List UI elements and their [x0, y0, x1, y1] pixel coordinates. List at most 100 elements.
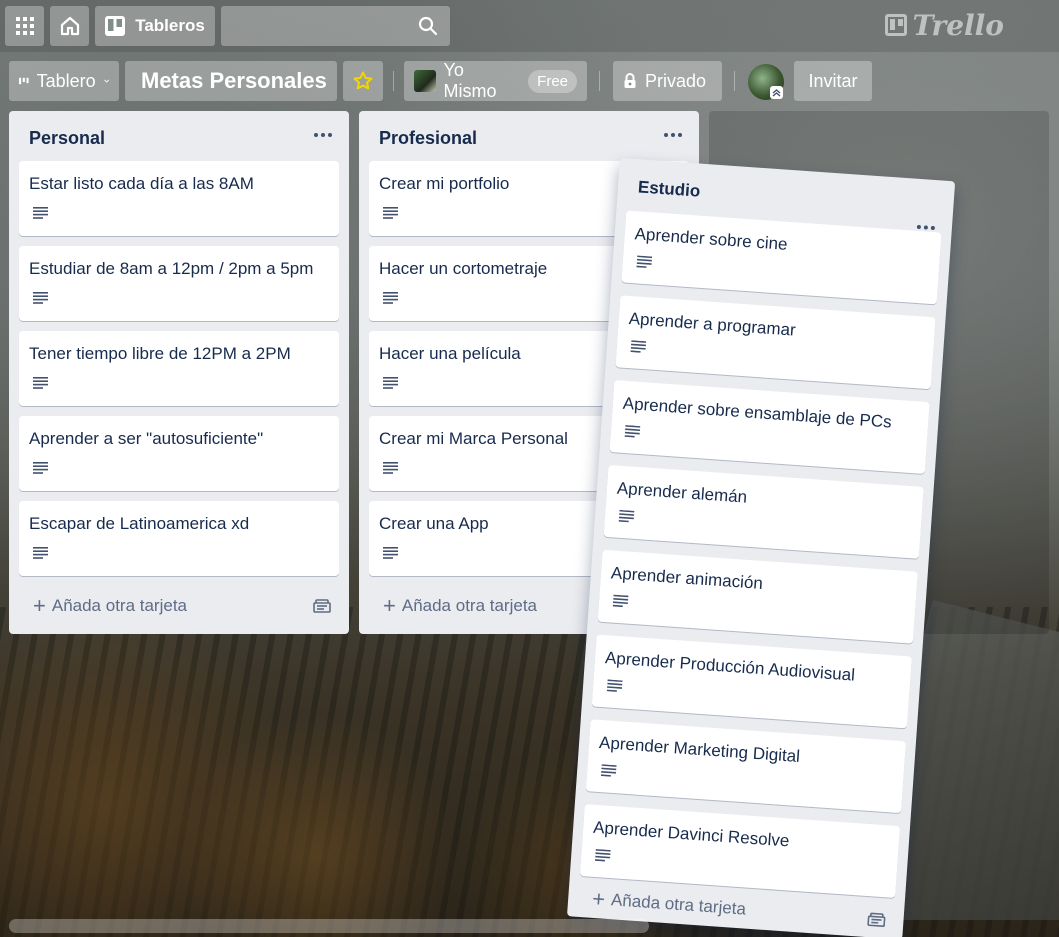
admin-badge: [770, 86, 783, 99]
plan-badge: Free: [528, 69, 577, 93]
separator: [393, 71, 394, 91]
list-title[interactable]: Estudio: [637, 177, 701, 201]
description-icon: [383, 462, 398, 474]
card-title: Estudiar de 8am a 12pm / 2pm a 5pm: [29, 259, 314, 278]
description-icon: [600, 764, 617, 777]
card[interactable]: Aprender animación: [597, 549, 918, 644]
list-menu-button[interactable]: [311, 125, 335, 145]
card[interactable]: Aprender sobre cine: [621, 210, 942, 305]
privacy-label: Privado: [645, 70, 707, 91]
card-title: Aprender sobre ensamblaje de PCs: [622, 393, 893, 432]
card[interactable]: Aprender Marketing Digital: [585, 719, 907, 814]
card-title: Escapar de Latinoamerica xd: [29, 514, 250, 533]
separator: [734, 71, 735, 91]
board-title[interactable]: Metas Personales: [125, 61, 337, 101]
card-title: Crear mi portfolio: [379, 174, 510, 193]
description-icon: [594, 848, 611, 862]
team-avatar: [414, 70, 436, 92]
card[interactable]: Aprender Davinci Resolve: [579, 804, 901, 898]
home-button[interactable]: [50, 6, 89, 46]
board-view-icon: [19, 77, 29, 85]
chevron-up-icon: [772, 89, 781, 97]
description-icon: [33, 377, 48, 389]
card[interactable]: Aprender a programar: [615, 295, 936, 390]
card-title: Aprender sobre cine: [634, 224, 789, 254]
add-card-button[interactable]: + Añada otra tarjeta: [591, 885, 747, 921]
team-name: Yo Mismo: [443, 60, 497, 101]
description-icon: [624, 425, 641, 438]
description-icon: [630, 340, 647, 353]
grid-icon: [15, 17, 34, 35]
board-view-label: Tablero: [36, 70, 96, 91]
star-board-button[interactable]: [343, 61, 383, 101]
boards-label: Tableros: [135, 16, 205, 35]
card[interactable]: Estar listo cada día a las 8AM: [19, 161, 339, 236]
description-icon: [636, 255, 653, 268]
add-card-label: Añada otra tarjeta: [610, 890, 747, 919]
description-icon: [33, 292, 48, 304]
card[interactable]: Aprender a ser "autosuficiente": [19, 416, 339, 491]
card[interactable]: Aprender alemán: [603, 464, 924, 559]
add-card-label: Añada otra tarjeta: [401, 596, 538, 615]
card-title: Aprender alemán: [616, 478, 748, 507]
description-icon: [606, 679, 623, 692]
card-template-icon[interactable]: [867, 911, 886, 928]
search-input[interactable]: [229, 14, 409, 38]
add-card-label: Añada otra tarjeta: [51, 596, 188, 615]
card-title: Estar listo cada día a las 8AM: [29, 174, 254, 193]
privacy-button[interactable]: Privado: [613, 61, 722, 101]
list-personal[interactable]: Personal Estar listo cada día a las 8AM …: [9, 111, 349, 634]
description-icon: [33, 207, 48, 219]
description-icon: [383, 292, 398, 304]
card-title: Hacer una película: [379, 344, 521, 363]
card-title: Aprender Davinci Resolve: [592, 817, 790, 851]
description-icon: [383, 377, 398, 389]
apps-button[interactable]: [5, 6, 44, 46]
logo-text: Trello: [912, 8, 1004, 42]
card-title: Hacer un cortometraje: [379, 259, 548, 278]
list-title[interactable]: Profesional: [379, 128, 477, 149]
plus-icon: +: [591, 885, 606, 912]
list-title[interactable]: Personal: [29, 128, 105, 149]
card-title: Aprender a ser "autosuficiente": [29, 429, 264, 448]
card-title: Aprender a programar: [628, 309, 797, 340]
chevron-down-icon: [103, 79, 109, 83]
card-title: Crear mi Marca Personal: [379, 429, 568, 448]
card-title: Crear una App: [379, 514, 489, 533]
card-title: Aprender animación: [610, 563, 764, 593]
team-button[interactable]: Yo Mismo Free: [404, 60, 587, 101]
description-icon: [612, 594, 629, 608]
card-title: Tener tiempo libre de 12PM a 2PM: [29, 344, 291, 363]
horizontal-scrollbar[interactable]: [9, 919, 649, 933]
board-icon: [105, 16, 126, 36]
add-card-button[interactable]: + Añada otra tarjeta: [383, 595, 537, 617]
add-card-button[interactable]: + Añada otra tarjeta: [33, 595, 187, 617]
separator: [599, 71, 600, 91]
card-title: Aprender Producción Audiovisual: [604, 648, 856, 685]
card[interactable]: Aprender Producción Audiovisual: [591, 634, 912, 729]
list-menu-button[interactable]: [661, 125, 685, 145]
lock-icon: [624, 73, 636, 88]
search-box[interactable]: [221, 6, 450, 46]
description-icon: [383, 547, 398, 559]
star-icon: [353, 71, 373, 90]
list-estudio[interactable]: Estudio Aprender sobre cine Aprender a p…: [566, 158, 956, 937]
invite-button[interactable]: Invitar: [794, 61, 872, 101]
card[interactable]: Estudiar de 8am a 12pm / 2pm a 5pm: [19, 246, 339, 321]
plus-icon: +: [33, 593, 46, 618]
description-icon: [33, 547, 48, 559]
description-icon: [618, 509, 635, 523]
trello-logo[interactable]: Trello: [884, 8, 1004, 42]
top-navigation-bar: Tableros Trello: [0, 0, 1059, 52]
card-template-icon[interactable]: [313, 598, 331, 614]
board-view-switcher[interactable]: Tablero: [9, 61, 119, 101]
card[interactable]: Aprender sobre ensamblaje de PCs: [609, 380, 930, 475]
card[interactable]: Escapar de Latinoamerica xd: [19, 501, 339, 576]
description-icon: [383, 207, 398, 219]
home-icon: [60, 16, 79, 36]
boards-button[interactable]: Tableros: [95, 6, 215, 46]
description-icon: [33, 462, 48, 474]
card-title: Aprender Marketing Digital: [598, 732, 801, 766]
card[interactable]: Tener tiempo libre de 12PM a 2PM: [19, 331, 339, 406]
search-icon: [418, 16, 438, 36]
